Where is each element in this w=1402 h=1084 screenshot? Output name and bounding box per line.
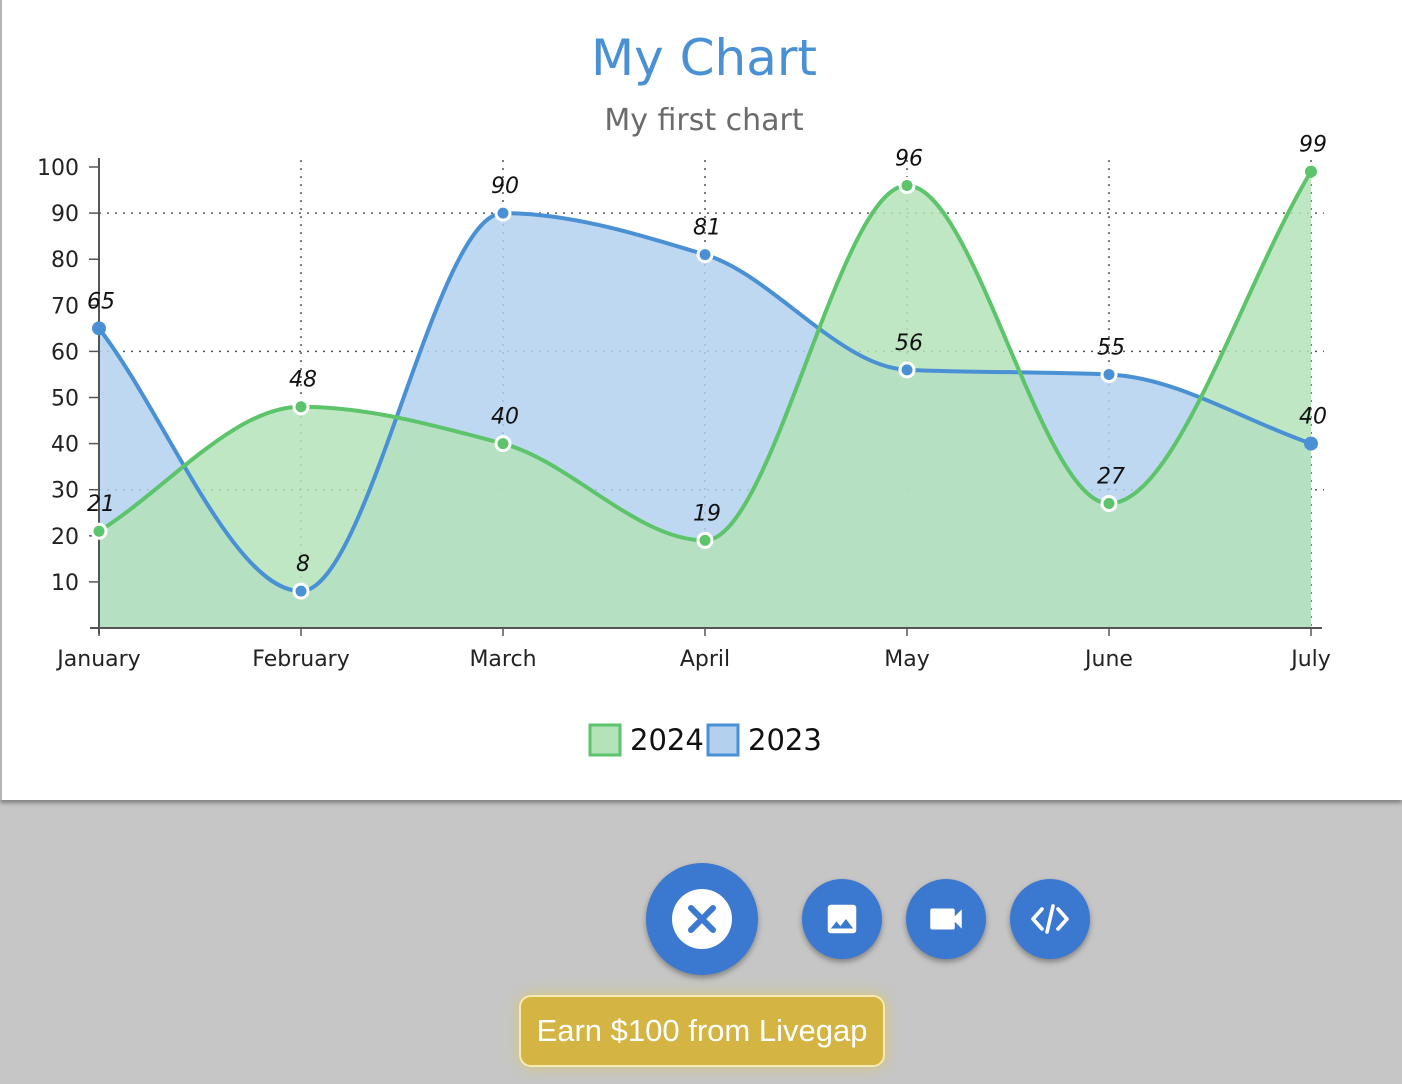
earn-button[interactable]: Earn $100 from Livegap xyxy=(519,995,885,1067)
legend-swatch-2023 xyxy=(706,723,740,757)
data-point xyxy=(292,398,310,416)
video-camera-icon xyxy=(930,908,962,930)
data-label: 48 xyxy=(289,368,317,393)
x-tick-label: May xyxy=(884,647,929,672)
data-point xyxy=(494,435,512,453)
x-tick-label: July xyxy=(1289,647,1331,672)
image-button[interactable] xyxy=(802,879,882,959)
x-tick-label: February xyxy=(252,647,350,672)
legend-label-2024: 2024 xyxy=(630,723,704,757)
data-label: 8 xyxy=(296,552,310,577)
data-label: 21 xyxy=(87,492,115,517)
close-button[interactable] xyxy=(646,863,758,975)
code-icon xyxy=(1031,904,1069,934)
close-icon xyxy=(672,889,732,949)
data-label: 81 xyxy=(693,216,721,241)
y-tick-label: 100 xyxy=(37,156,79,181)
data-point xyxy=(90,522,108,540)
y-tick-label: 60 xyxy=(51,340,79,365)
data-point xyxy=(696,246,714,264)
x-tick-label: January xyxy=(55,647,140,672)
data-point xyxy=(898,176,916,194)
data-label: 96 xyxy=(895,146,923,171)
y-tick-label: 90 xyxy=(51,202,79,227)
y-tick-label: 80 xyxy=(51,248,79,273)
image-icon xyxy=(827,904,857,934)
data-point xyxy=(1304,436,1318,451)
data-label: 99 xyxy=(1299,133,1327,158)
data-point xyxy=(494,204,512,222)
video-button[interactable] xyxy=(906,879,986,959)
data-point xyxy=(696,531,714,549)
data-label: 40 xyxy=(491,405,519,430)
data-point xyxy=(1100,495,1118,513)
x-tick-label: April xyxy=(680,647,730,672)
data-label: 90 xyxy=(491,174,519,199)
y-tick-label: 10 xyxy=(51,571,79,596)
data-label: 55 xyxy=(1097,335,1125,360)
legend-swatch-2024 xyxy=(588,723,622,757)
data-point xyxy=(292,582,310,600)
legend: 2024 2023 xyxy=(588,723,822,757)
data-point xyxy=(92,321,106,336)
data-label: 40 xyxy=(1299,405,1327,430)
chart-svg: My Chart My first chart 10 20 30 40 50 60 70 80… xyxy=(37,29,1331,757)
chart-title: My Chart xyxy=(591,29,817,87)
y-tick-label: 40 xyxy=(51,433,79,458)
code-button[interactable] xyxy=(1010,879,1090,959)
data-point xyxy=(1305,165,1317,178)
data-point xyxy=(898,361,916,379)
data-label: 19 xyxy=(693,501,721,526)
y-tick-label: 70 xyxy=(51,294,79,319)
data-point xyxy=(1100,365,1118,383)
y-tick-label: 30 xyxy=(51,479,79,504)
toolbar: Earn $100 from Livegap xyxy=(0,800,1402,1084)
data-label: 65 xyxy=(87,289,115,314)
y-tick-label: 50 xyxy=(51,387,79,412)
chart-card: My Chart My first chart 10 20 30 40 50 60 70 80… xyxy=(0,0,1402,800)
chart-subtitle: My first chart xyxy=(604,103,804,138)
legend-label-2023: 2023 xyxy=(748,723,822,757)
x-tick-label: March xyxy=(469,647,536,672)
data-label: 56 xyxy=(895,331,923,356)
y-tick-label: 20 xyxy=(51,525,79,550)
data-label: 27 xyxy=(1097,465,1125,490)
x-tick-label: June xyxy=(1083,647,1133,672)
